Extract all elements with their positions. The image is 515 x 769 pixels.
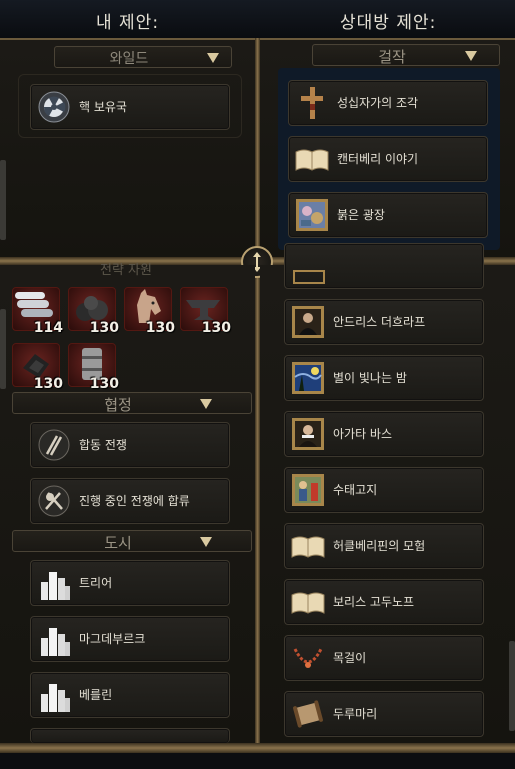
list-item[interactable]: 아가타 바스 bbox=[284, 411, 484, 457]
item-label: 두루마리 bbox=[333, 707, 378, 721]
trade-header: 내 제안: 상대방 제안: bbox=[0, 0, 515, 40]
book-icon bbox=[291, 585, 325, 619]
resource-count: 130 bbox=[89, 320, 119, 336]
join-war-icon bbox=[37, 484, 71, 518]
item-label: 합동 전쟁 bbox=[79, 438, 127, 452]
resource-item[interactable]: 130 bbox=[68, 343, 119, 392]
resources-section-label: 전략 자원 bbox=[100, 263, 152, 278]
city-icon bbox=[37, 622, 71, 656]
my-offer-title: 내 제안: bbox=[96, 13, 160, 33]
scroll-artifact-icon bbox=[291, 697, 325, 731]
resource-item[interactable]: 130 bbox=[12, 343, 63, 392]
great-works-section-label: 걸작 bbox=[378, 48, 406, 66]
world-section-label: 와일드 bbox=[109, 51, 149, 67]
relic-cross-icon bbox=[295, 86, 329, 120]
resource-count: 130 bbox=[145, 320, 175, 336]
book-icon bbox=[295, 142, 329, 176]
list-item[interactable]: 마그데부르크 bbox=[30, 616, 230, 662]
agreements-section-label: 협정 bbox=[104, 396, 132, 414]
city-icon bbox=[37, 566, 71, 600]
chevron-down-icon bbox=[200, 399, 212, 409]
item-label: 별이 빛나는 밤 bbox=[333, 371, 407, 385]
resource-item[interactable]: 130 bbox=[68, 287, 119, 336]
resource-item[interactable]: 114 bbox=[12, 287, 63, 336]
portrait-painting-icon bbox=[291, 417, 325, 451]
resource-count: 130 bbox=[201, 320, 231, 336]
chevron-down-icon bbox=[465, 51, 477, 61]
their-offer-upper-panel: 걸작 성십자가의 조각 캔터베리 이야기 붉은 광장 bbox=[260, 40, 515, 258]
annunciation-painting-icon bbox=[291, 473, 325, 507]
list-item[interactable]: 두루마리 bbox=[284, 691, 484, 737]
portrait-painting-icon bbox=[291, 305, 325, 339]
nuclear-icon bbox=[37, 90, 71, 124]
item-label: 보리스 고두노프 bbox=[333, 595, 415, 609]
cities-section-label: 도시 bbox=[104, 534, 132, 552]
their-offer-lower-panel: 안드리스 더흐라프 별이 빛나는 밤 아가타 바스 수태고지 허클베리핀의 모험… bbox=[260, 243, 515, 743]
resource-item[interactable]: 130 bbox=[124, 287, 175, 336]
list-item[interactable]: 별이 빛나는 밤 bbox=[284, 355, 484, 401]
list-item[interactable]: 핵 보유국 bbox=[30, 84, 230, 130]
agreements-section-header[interactable]: 협정 bbox=[12, 392, 252, 414]
list-item[interactable]: 붉은 광장 bbox=[288, 192, 488, 238]
item-label: 핵 보유국 bbox=[79, 100, 127, 114]
list-item[interactable]: 허클베리핀의 모험 bbox=[284, 523, 484, 569]
list-item[interactable]: 보리스 고두노프 bbox=[284, 579, 484, 625]
list-item[interactable]: 안드리스 더흐라프 bbox=[284, 299, 484, 345]
bottom-frame bbox=[0, 743, 515, 753]
list-item[interactable]: 트리어 bbox=[30, 560, 230, 606]
cities-section-header[interactable]: 도시 bbox=[12, 530, 252, 552]
item-label: 아가타 바스 bbox=[333, 427, 393, 441]
their-offer-title: 상대방 제안: bbox=[340, 13, 437, 33]
great-works-section-header[interactable]: 걸작 bbox=[312, 44, 500, 66]
list-item[interactable]: 베를린 bbox=[30, 672, 230, 718]
scrollbar-thumb[interactable] bbox=[0, 160, 6, 240]
painting-icon bbox=[295, 198, 329, 232]
item-label: 성십자가의 조각 bbox=[337, 96, 419, 110]
item-label: 진행 중인 전쟁에 합류 bbox=[79, 494, 190, 508]
item-label: 붉은 광장 bbox=[337, 208, 385, 222]
list-item[interactable]: 합동 전쟁 bbox=[30, 422, 230, 468]
my-offer-upper-panel: 와일드 핵 보유국 bbox=[0, 40, 256, 258]
scrollbar-thumb[interactable] bbox=[0, 309, 6, 389]
list-item-partial[interactable] bbox=[284, 243, 484, 289]
necklace-artifact-icon bbox=[291, 641, 325, 675]
list-item[interactable]: 성십자가의 조각 bbox=[288, 80, 488, 126]
book-icon bbox=[291, 529, 325, 563]
resource-count: 130 bbox=[33, 376, 63, 392]
starry-night-painting-icon bbox=[291, 361, 325, 395]
list-item[interactable]: 목걸이 bbox=[284, 635, 484, 681]
resource-item[interactable]: 130 bbox=[180, 287, 231, 336]
list-item[interactable]: 캔터베리 이야기 bbox=[288, 136, 488, 182]
world-section-header[interactable]: 와일드 bbox=[54, 46, 232, 68]
resource-count: 114 bbox=[33, 320, 63, 336]
chevron-down-icon bbox=[207, 53, 219, 63]
item-label: 캔터베리 이야기 bbox=[337, 152, 419, 166]
item-label: 허클베리핀의 모험 bbox=[333, 539, 426, 553]
my-offer-lower-panel: 전략 자원 114 130 130 130 130 130 협정 합동 전쟁 진… bbox=[0, 263, 255, 743]
list-item[interactable]: 진행 중인 전쟁에 합류 bbox=[30, 478, 230, 524]
painting-icon bbox=[293, 270, 325, 284]
chevron-down-icon bbox=[200, 537, 212, 547]
footer-bar bbox=[0, 753, 515, 769]
resource-count: 130 bbox=[89, 376, 119, 392]
item-label: 수태고지 bbox=[333, 483, 378, 497]
item-label: 마그데부르크 bbox=[79, 632, 146, 646]
item-label: 목걸이 bbox=[333, 651, 367, 665]
item-label: 트리어 bbox=[79, 576, 113, 590]
list-item-partial[interactable] bbox=[30, 728, 230, 743]
city-icon bbox=[37, 678, 71, 712]
item-label: 베를린 bbox=[79, 688, 113, 702]
list-item[interactable]: 수태고지 bbox=[284, 467, 484, 513]
scrollbar-thumb[interactable] bbox=[509, 641, 515, 731]
item-label: 안드리스 더흐라프 bbox=[333, 315, 426, 329]
joint-war-icon bbox=[37, 428, 71, 462]
